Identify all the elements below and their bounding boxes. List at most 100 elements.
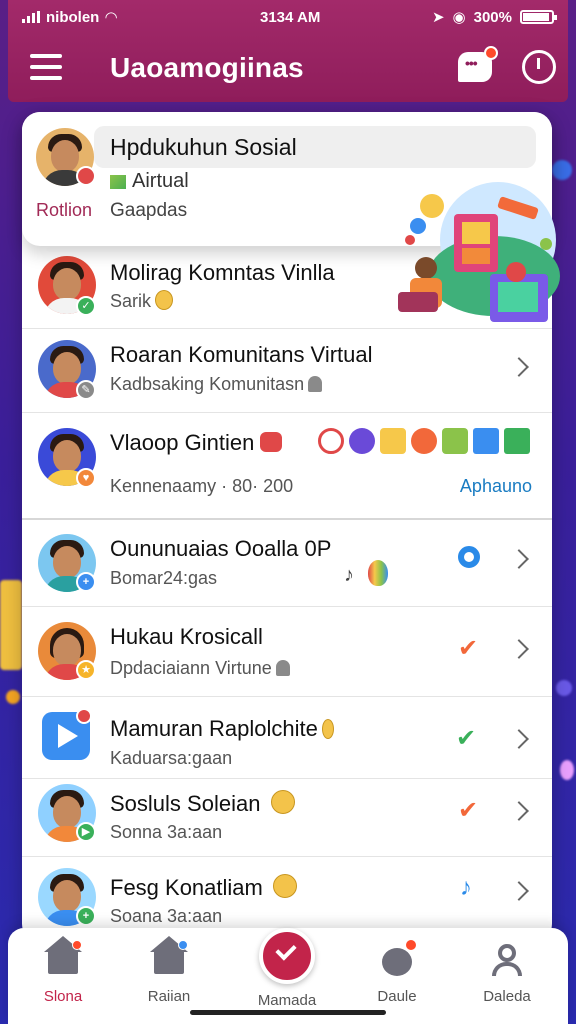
item-title: Molirag Komntas Vinlla bbox=[110, 260, 335, 285]
divider bbox=[22, 606, 552, 607]
featured-subtitle-2: Gaapdas bbox=[110, 200, 188, 221]
nav-profile[interactable]: Daleda bbox=[462, 938, 552, 1005]
smiley-icon bbox=[270, 790, 295, 814]
list-item[interactable]: ★ Hukau Krosicall Dpdaciaiann Virtune ✔ bbox=[22, 608, 552, 696]
coin-icon bbox=[321, 719, 334, 739]
bell-icon bbox=[275, 660, 290, 676]
featured-title: Hpdukuhun Sosial bbox=[110, 134, 297, 160]
play-triangle-icon bbox=[58, 724, 78, 748]
item-subtitle: Bomar24:gas bbox=[110, 568, 218, 588]
reaction-strip bbox=[318, 428, 530, 454]
featured-subtitle-wrap: Airtual bbox=[110, 170, 189, 193]
reaction-icon[interactable] bbox=[442, 428, 468, 454]
reaction-icon[interactable] bbox=[380, 428, 406, 454]
item-title: Hukau Krosicall bbox=[110, 624, 263, 649]
item-title: Sosluls Soleian bbox=[110, 790, 295, 817]
nav-label: Daule bbox=[377, 988, 417, 1005]
clock-icon[interactable] bbox=[522, 50, 556, 84]
item-subtitle-text: Dpdaciaiann Virtune bbox=[110, 658, 272, 678]
music-note-icon: ♪ bbox=[460, 874, 472, 901]
chevron-right-icon[interactable] bbox=[509, 549, 529, 569]
bg-bokeh bbox=[556, 680, 572, 696]
app-title: Uaoamogiinas bbox=[110, 52, 304, 83]
nav-label: Daleda bbox=[483, 988, 531, 1005]
divider bbox=[22, 696, 552, 697]
item-subtitle: Kaduarsa:gaan bbox=[110, 748, 233, 768]
nav-home[interactable]: Slona bbox=[18, 936, 108, 1005]
flag-icon bbox=[110, 174, 126, 189]
lock-rotation-icon: ◉ bbox=[452, 9, 466, 26]
nav-chat[interactable]: Daule bbox=[352, 938, 442, 1005]
community-illustration bbox=[398, 182, 560, 322]
list-item[interactable]: Mamuran Raplolchite Kaduarsa:gaan ✔ bbox=[22, 698, 552, 778]
check-icon: ✔ bbox=[458, 797, 479, 824]
item-subtitle-text: Kadbsaking Komunitasn bbox=[110, 374, 305, 394]
reaction-icon[interactable] bbox=[473, 428, 499, 454]
nav-center[interactable]: Mamada bbox=[242, 928, 332, 1009]
join-link[interactable]: Aphauno bbox=[460, 476, 532, 497]
music-note-icon[interactable] bbox=[504, 428, 530, 454]
home-indicator bbox=[190, 1010, 386, 1015]
item-subtitle: Kadbsaking Komunitasn bbox=[110, 374, 323, 395]
chevron-right-icon[interactable] bbox=[509, 357, 529, 377]
item-subtitle: Kennenaamy · 80· 200 bbox=[110, 476, 294, 496]
item-title: Oununuaias Ooalla 0P bbox=[110, 536, 332, 561]
item-title-text: Vlaoop Gintien bbox=[110, 430, 255, 455]
featured-subtitle: Airtual bbox=[132, 170, 189, 192]
item-subtitle: Dpdaciaiann Virtune bbox=[110, 658, 290, 679]
battery-icon bbox=[520, 10, 557, 24]
list-item[interactable]: + Fesg Konatliam Soana 3a:aan ♪ bbox=[22, 858, 552, 928]
gear-icon[interactable] bbox=[458, 546, 480, 568]
chevron-right-icon[interactable] bbox=[509, 729, 529, 749]
bell-icon bbox=[308, 376, 323, 392]
item-subtitle: Sonna 3a:aan bbox=[110, 822, 223, 842]
status-badge bbox=[76, 166, 96, 186]
coin-icon bbox=[155, 290, 174, 310]
featured-side-label: Rotlion bbox=[36, 200, 93, 220]
bg-bokeh bbox=[0, 580, 22, 670]
chevron-right-icon[interactable] bbox=[509, 639, 529, 659]
notification-dot bbox=[72, 940, 82, 950]
item-title: Roaran Komunitans Virtual bbox=[110, 342, 373, 367]
status-badge: + bbox=[76, 572, 96, 592]
reaction-icon[interactable] bbox=[349, 428, 375, 454]
nav-label: Mamada bbox=[257, 992, 317, 1009]
item-title-text: Fesg Konatliam bbox=[110, 875, 263, 900]
status-badge bbox=[76, 708, 92, 724]
list-item[interactable]: ▶ Sosluls Soleian Sonna 3a:aan ✔ bbox=[22, 780, 552, 856]
menu-icon[interactable] bbox=[30, 54, 62, 80]
divider bbox=[22, 412, 552, 413]
reaction-icon[interactable] bbox=[318, 428, 344, 454]
status-time: 3134 AM bbox=[260, 9, 321, 26]
profile-icon bbox=[498, 944, 516, 962]
item-title-text: Sosluls Soleian bbox=[110, 791, 261, 816]
wifi-icon: ◠ bbox=[105, 9, 117, 26]
app-header: nibolen ◠ 3134 AM ➤ ◉ 300% Uaoamogiinas bbox=[8, 0, 568, 102]
status-bar: nibolen ◠ 3134 AM ➤ ◉ 300% bbox=[8, 6, 568, 32]
reaction-icon[interactable] bbox=[411, 428, 437, 454]
nav-community[interactable]: Raiian bbox=[124, 936, 214, 1005]
chevron-right-icon[interactable] bbox=[509, 881, 529, 901]
notification-dot bbox=[484, 46, 498, 60]
bg-bokeh bbox=[552, 160, 572, 180]
house-icon bbox=[150, 936, 188, 974]
status-badge: ▶ bbox=[76, 822, 96, 842]
status-badge: ✓ bbox=[76, 296, 96, 316]
check-icon: ✔ bbox=[458, 635, 479, 662]
chevron-right-icon[interactable] bbox=[509, 801, 529, 821]
list-item[interactable]: ✎ Roaran Komunitans Virtual Kadbsaking K… bbox=[22, 330, 552, 412]
item-subtitle-text: Sarik bbox=[110, 291, 152, 311]
chat-bubble-icon bbox=[382, 948, 412, 976]
smiley-icon bbox=[272, 874, 297, 898]
notification-dot bbox=[404, 938, 418, 952]
item-title-text: Mamuran Raplolchite bbox=[110, 716, 318, 741]
check-icon: ✔ bbox=[456, 725, 477, 752]
list-item[interactable]: + Oununuaias Ooalla 0P Bomar24:gas ♪ bbox=[22, 520, 552, 606]
divider bbox=[22, 856, 552, 857]
status-badge: + bbox=[76, 906, 96, 926]
nav-label: Slona bbox=[43, 988, 83, 1005]
battery-label: 300% bbox=[473, 8, 512, 26]
chat-icon[interactable] bbox=[458, 46, 498, 82]
notification-dot bbox=[178, 940, 188, 950]
status-badge: ✎ bbox=[76, 380, 96, 400]
